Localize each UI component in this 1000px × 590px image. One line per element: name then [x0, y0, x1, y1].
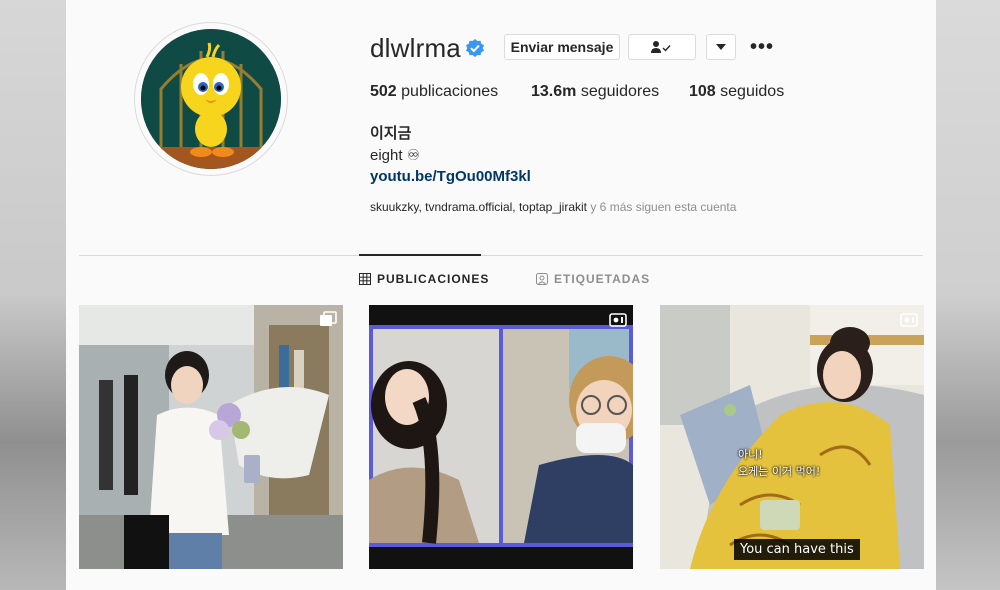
follower-account-1[interactable]: skuukzky	[370, 200, 418, 214]
following-count: 108	[689, 83, 716, 100]
more-options-button[interactable]: •••	[750, 36, 774, 59]
person-check-icon	[651, 41, 671, 53]
following-button[interactable]	[628, 34, 696, 60]
video-subtitle: You can have this	[734, 539, 860, 560]
suggestions-dropdown-button[interactable]	[706, 34, 736, 60]
igtv-icon	[609, 313, 627, 327]
post-thumbnail[interactable]	[369, 305, 633, 569]
stat-posts: 502 publicaciones	[370, 83, 498, 101]
post-photo	[660, 305, 924, 569]
post-photo	[369, 305, 633, 569]
follower-account-3[interactable]: toptap_jirakit	[519, 200, 587, 214]
posts-label: publicaciones	[401, 83, 499, 100]
follower-separator-2: ,	[512, 200, 519, 214]
followed-by-suffix: y 6 más siguen esta cuenta	[587, 200, 737, 214]
followers-count: 13.6m	[531, 83, 577, 100]
tab-tagged[interactable]: ETIQUETADAS	[536, 272, 650, 286]
verified-badge-icon	[466, 39, 484, 57]
tag-person-icon	[536, 273, 548, 285]
tabs-divider	[79, 255, 923, 256]
tab-posts-label: PUBLICACIONES	[377, 272, 490, 286]
profile-username: dlwlrma	[370, 33, 461, 63]
grid-icon	[359, 273, 371, 285]
active-tab-indicator	[359, 254, 481, 256]
carousel-icon	[320, 311, 337, 326]
followers-label: seguidores	[580, 83, 660, 100]
chevron-down-icon	[716, 44, 726, 50]
profile-full-name: 이지금	[370, 125, 412, 142]
send-message-button[interactable]: Enviar mensaje	[504, 34, 620, 60]
avatar-image	[141, 29, 281, 169]
followed-by-text[interactable]: skuukzky, tvndrama.official, toptap_jira…	[370, 200, 736, 214]
stat-following[interactable]: 108 seguidos	[689, 83, 784, 101]
tab-tagged-label: ETIQUETADAS	[554, 272, 651, 286]
stat-followers[interactable]: 13.6m seguidores	[531, 83, 659, 101]
profile-website-link[interactable]: youtu.be/TgOu00Mf3kl	[370, 168, 531, 185]
posts-count: 502	[370, 83, 397, 100]
follower-account-2[interactable]: tvndrama.official	[425, 200, 512, 214]
post-thumbnail[interactable]: 아니! 오케는 이거 먹어! You can have this	[660, 305, 924, 569]
video-caption-line-2: 오케는 이거 먹어!	[738, 465, 821, 478]
profile-page: dlwlrma Enviar mensaje ••• 502 publicaci…	[66, 0, 936, 590]
avatar[interactable]	[134, 22, 288, 176]
igtv-icon	[900, 313, 918, 327]
video-caption-line-1: 아니!	[738, 448, 763, 461]
post-photo	[79, 305, 343, 569]
post-thumbnail[interactable]	[79, 305, 343, 569]
profile-bio: eight ♾	[370, 147, 421, 164]
following-label: seguidos	[720, 83, 785, 100]
tab-posts[interactable]: PUBLICACIONES	[359, 272, 489, 286]
